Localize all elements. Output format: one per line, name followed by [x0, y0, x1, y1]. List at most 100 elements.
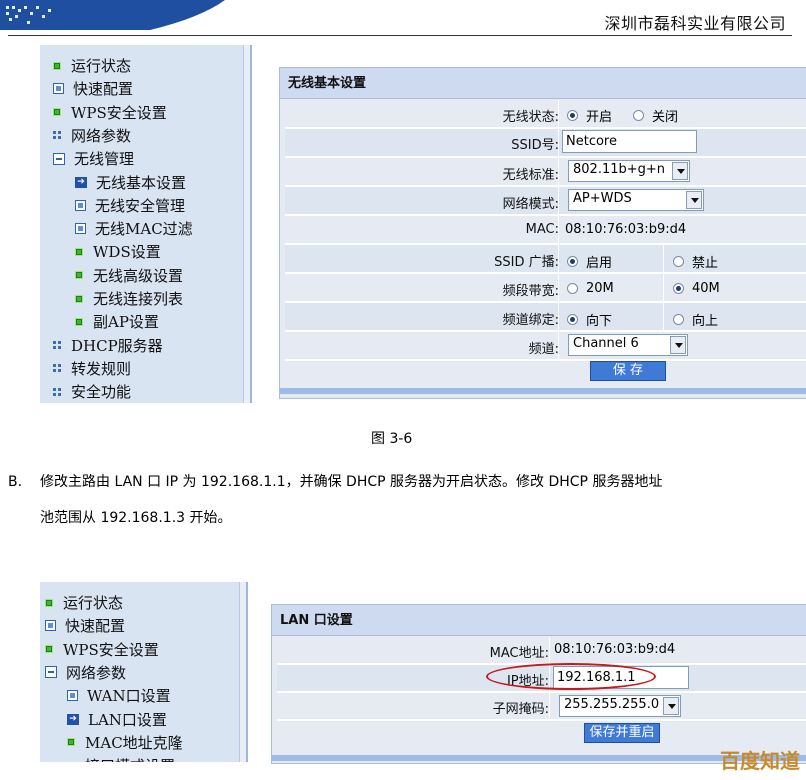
sidebar-item[interactable]: 接口模式设置	[67, 755, 175, 762]
row-lan-mac: MAC地址: 08:10:76:03:b9:d4	[277, 637, 806, 665]
sidebar-edge	[239, 582, 246, 762]
box-icon	[45, 620, 56, 632]
sidebar-item[interactable]: 无线高级设置	[75, 265, 183, 286]
grid-icon	[53, 131, 61, 140]
bullet-green-icon	[45, 645, 53, 654]
watermark-logo: 百度知道	[720, 749, 800, 773]
sidebar-item[interactable]: 快速配置	[45, 615, 125, 636]
row-wireless-status: 无线状态: 开启 关闭	[285, 100, 806, 129]
radio-dot	[673, 283, 684, 294]
sidebar-item-label: DHCP服务器	[71, 336, 163, 355]
bandwidth-20m-radio[interactable]: 20M	[567, 281, 614, 296]
box-icon	[53, 83, 64, 95]
panel-title: LAN 口设置	[272, 605, 806, 636]
save-button[interactable]: 保 存	[590, 361, 666, 381]
ip-highlight-ellipse	[486, 663, 656, 690]
sidebar-item[interactable]: DHCP服务器	[53, 335, 163, 356]
chevron-down-icon[interactable]	[686, 191, 702, 209]
company-logo	[0, 0, 225, 30]
mac-value: 08:10:76:03:b9:d4	[565, 222, 687, 237]
save-and-restart-button[interactable]: 保存并重启	[584, 723, 660, 743]
radio-label: 20M	[586, 281, 614, 296]
ssid-broadcast-off-radio[interactable]: 禁止	[673, 252, 718, 271]
chevron-down-icon[interactable]	[663, 697, 679, 715]
sidebar-item[interactable]: WPS安全设置	[53, 102, 167, 123]
channel-bind-up-radio[interactable]: 向上	[673, 310, 718, 329]
sidebar-item[interactable]: 网络参数	[45, 662, 126, 683]
wireless-status-off-radio[interactable]: 关闭	[633, 106, 678, 125]
sidebar-item[interactable]: 快速配置	[53, 78, 133, 99]
sidebar-item[interactable]: MAC地址克隆	[67, 732, 183, 753]
sidebar-item-label: LAN口设置	[88, 710, 167, 729]
sidebar-item[interactable]: 无线管理	[53, 148, 134, 169]
row-ssid-broadcast: SSID 广播: 启用 禁止	[285, 245, 806, 274]
mac-label: MAC:	[525, 222, 559, 237]
sidebar-item[interactable]: ➔ 无线基本设置	[75, 172, 186, 193]
wireless-standard-select[interactable]: 802.11b+g+n	[568, 160, 690, 182]
sidebar-item-label: WPS安全设置	[71, 103, 167, 122]
channel-bind-label: 频道绑定:	[502, 313, 559, 328]
sidebar-item[interactable]: 无线连接列表	[75, 288, 183, 309]
sidebar-item[interactable]: 无线MAC过滤	[75, 218, 193, 239]
row-wireless-standard: 无线标准: 802.11b+g+n	[285, 158, 806, 187]
figure1-sidebar: 运行状态快速配置 WPS安全设置网络参数 无线管理 ➔ 无线基本设置 无线安全管理无线MA…	[40, 45, 252, 403]
paragraph-marker: B.	[8, 474, 23, 490]
sidebar-edge	[243, 45, 250, 403]
ssid-input[interactable]: Netcore	[562, 130, 697, 153]
channel-select[interactable]: Channel 6	[568, 334, 688, 356]
grid-icon	[53, 364, 61, 373]
panel-title: 无线基本设置	[280, 68, 806, 99]
channel-bind-down-radio[interactable]: 向下	[567, 310, 612, 329]
sidebar-item[interactable]: 运行状态	[45, 592, 123, 613]
row-channel-bind: 频道绑定: 向下 向上	[285, 303, 806, 332]
header-rule	[8, 35, 792, 36]
sidebar-item-label: 接口模式设置	[85, 755, 175, 762]
figure2-sidebar: 运行状态快速配置 WPS安全设置网络参数 WAN口设置 ➔ LAN口设置 MAC地址克隆接…	[40, 582, 248, 762]
arrow-right-icon: ➔	[67, 713, 79, 725]
sidebar-item-label: 无线高级设置	[93, 266, 184, 285]
sidebar-item-label: 无线MAC过滤	[95, 220, 193, 239]
row-channel: 频道: Channel 6	[285, 332, 806, 361]
arrow-right-icon: ➔	[75, 176, 87, 188]
bullet-green-icon	[45, 598, 53, 607]
sidebar-item[interactable]: 无线安全管理	[75, 195, 185, 216]
sidebar-item[interactable]: 副AP设置	[75, 311, 159, 332]
radio-dot	[633, 110, 644, 121]
sidebar-item-label: 转发规则	[71, 359, 132, 378]
subnet-mask-select[interactable]: 255.255.255.0	[559, 695, 681, 717]
lan-mac-value: 08:10:76:03:b9:d4	[554, 642, 676, 657]
sidebar-item-label: 运行状态	[71, 57, 132, 75]
chevron-down-icon[interactable]	[672, 162, 688, 180]
radio-label: 向上	[692, 314, 719, 329]
chevron-down-icon[interactable]	[670, 336, 686, 354]
radio-label: 启用	[586, 256, 613, 271]
sidebar-item[interactable]: 安全功能	[53, 381, 131, 402]
radio-dot	[673, 256, 684, 267]
sidebar-item[interactable]: 运行状态	[53, 55, 131, 76]
sidebar-item[interactable]: ➔ LAN口设置	[67, 709, 167, 730]
sidebar-item-label: 运行状态	[63, 594, 124, 612]
sidebar-item[interactable]: 转发规则	[53, 358, 131, 379]
select-value: AP+WDS	[573, 191, 632, 206]
minus-box-icon	[53, 152, 65, 165]
radio-label: 向下	[586, 314, 613, 329]
radio-dot	[567, 283, 578, 294]
box-icon	[67, 690, 78, 702]
select-value: 255.255.255.0	[564, 697, 660, 712]
radio-dot	[673, 314, 684, 325]
network-mode-select[interactable]: AP+WDS	[568, 189, 704, 211]
ssid-label: SSID号:	[511, 138, 559, 153]
sidebar-item[interactable]: WDS设置	[75, 241, 161, 262]
ssid-broadcast-on-radio[interactable]: 启用	[567, 252, 612, 271]
sidebar-item[interactable]: 网络参数	[53, 125, 131, 146]
wireless-status-on-radio[interactable]: 开启	[567, 106, 612, 125]
bandwidth-40m-radio[interactable]: 40M	[673, 281, 720, 296]
mode-label: 网络模式:	[502, 197, 559, 212]
radio-label: 开启	[586, 110, 613, 125]
paragraph-line-1: 修改主路由 LAN 口 IP 为 192.168.1.1，并确保 DHCP 服务…	[40, 474, 663, 490]
company-name: 深圳市磊科实业有限公司	[604, 14, 786, 33]
sidebar-item[interactable]: WPS安全设置	[45, 639, 159, 660]
sidebar-item[interactable]: WAN口设置	[67, 685, 171, 706]
sidebar-item-label: WPS安全设置	[63, 640, 159, 659]
lan-mask-label: 子网掩码:	[492, 702, 549, 717]
